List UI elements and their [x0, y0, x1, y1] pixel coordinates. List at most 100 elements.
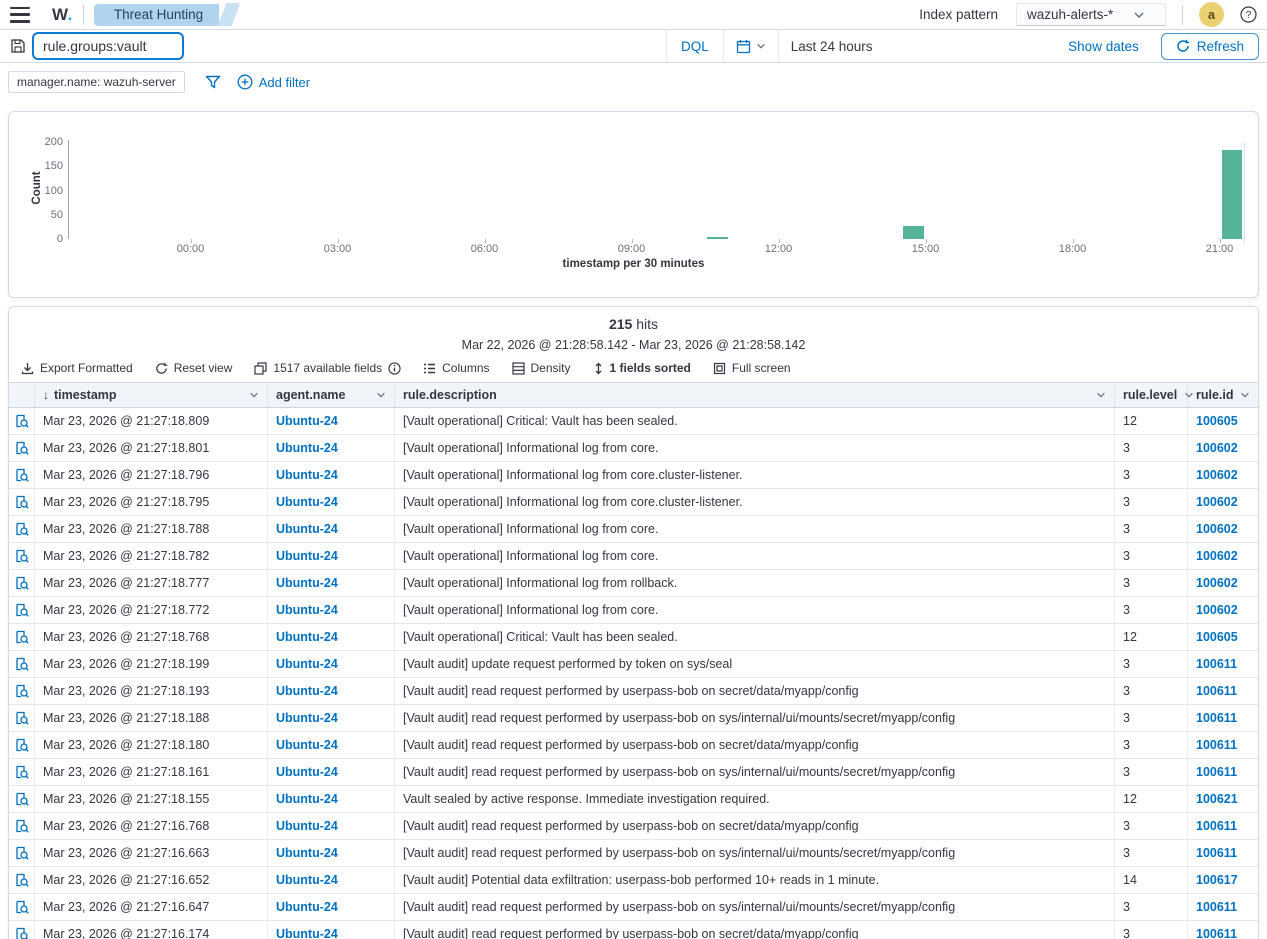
rule-id-link[interactable]: 100611 — [1196, 657, 1237, 671]
rule-id-link[interactable]: 100602 — [1196, 522, 1238, 536]
chevron-down-icon[interactable] — [376, 390, 386, 400]
agent-name-link[interactable]: Ubuntu-24 — [276, 765, 338, 779]
rule-id-link[interactable]: 100602 — [1196, 603, 1238, 617]
agent-name-link[interactable]: Ubuntu-24 — [276, 414, 338, 428]
available-fields-button[interactable]: 1517 available fields — [254, 361, 401, 375]
agent-name-link[interactable]: Ubuntu-24 — [276, 468, 338, 482]
breadcrumb[interactable]: Threat Hunting — [94, 3, 236, 26]
dql-button[interactable]: DQL — [666, 30, 723, 62]
agent-name-link[interactable]: Ubuntu-24 — [276, 657, 338, 671]
help-icon[interactable]: ? — [1240, 6, 1257, 23]
agent-name-link[interactable]: Ubuntu-24 — [276, 603, 338, 617]
density-button[interactable]: Density — [512, 361, 571, 375]
rule-id-link[interactable]: 100602 — [1196, 441, 1238, 455]
index-pattern-select[interactable]: wazuh-alerts-* — [1016, 3, 1166, 26]
header-rule-description[interactable]: rule.description — [395, 383, 1115, 407]
agent-name-link[interactable]: Ubuntu-24 — [276, 684, 338, 698]
filter-pill-manager-name[interactable]: manager.name: wazuh-server — [8, 71, 185, 93]
expand-document-icon[interactable] — [15, 576, 29, 590]
rule-id-link[interactable]: 100611 — [1196, 684, 1237, 698]
expand-document-icon[interactable] — [15, 738, 29, 752]
agent-name-link[interactable]: Ubuntu-24 — [276, 441, 338, 455]
histogram-bar[interactable] — [1222, 150, 1243, 239]
histogram-bar[interactable] — [707, 237, 728, 239]
agent-name-link[interactable]: Ubuntu-24 — [276, 738, 338, 752]
show-dates-link[interactable]: Show dates — [1068, 39, 1139, 54]
full-screen-button[interactable]: Full screen — [713, 361, 791, 375]
cell-timestamp: Mar 23, 2026 @ 21:27:16.647 — [35, 894, 268, 920]
agent-name-link[interactable]: Ubuntu-24 — [276, 792, 338, 806]
fields-sorted-button[interactable]: 1 fields sorted — [593, 361, 691, 375]
wazuh-logo[interactable]: W. — [52, 5, 73, 25]
rule-id-link[interactable]: 100605 — [1196, 414, 1238, 428]
expand-document-icon[interactable] — [15, 819, 29, 833]
expand-document-icon[interactable] — [15, 927, 29, 939]
refresh-button[interactable]: Refresh — [1161, 33, 1259, 60]
table-row: Mar 23, 2026 @ 21:27:18.772 Ubuntu-24 [V… — [9, 597, 1258, 624]
chevron-down-icon[interactable] — [1240, 390, 1250, 400]
cell-rule-description: [Vault audit] read request performed by … — [395, 732, 1115, 758]
expand-document-icon[interactable] — [15, 414, 29, 428]
search-query-input[interactable] — [32, 32, 184, 60]
expand-document-icon[interactable] — [15, 441, 29, 455]
chevron-down-icon[interactable] — [1096, 390, 1106, 400]
expand-document-icon[interactable] — [15, 495, 29, 509]
filter-funnel-icon[interactable] — [205, 74, 221, 90]
expand-document-icon[interactable] — [15, 846, 29, 860]
avatar[interactable]: a — [1199, 2, 1224, 27]
header-timestamp[interactable]: ↓ timestamp — [35, 383, 268, 407]
expand-document-icon[interactable] — [15, 792, 29, 806]
expand-document-icon[interactable] — [15, 900, 29, 914]
agent-name-link[interactable]: Ubuntu-24 — [276, 576, 338, 590]
agent-name-link[interactable]: Ubuntu-24 — [276, 900, 338, 914]
expand-document-icon[interactable] — [15, 468, 29, 482]
expand-document-icon[interactable] — [15, 603, 29, 617]
expand-document-icon[interactable] — [15, 711, 29, 725]
expand-document-icon[interactable] — [15, 657, 29, 671]
expand-document-icon[interactable] — [15, 765, 29, 779]
menu-icon[interactable] — [10, 7, 30, 23]
expand-document-icon[interactable] — [15, 873, 29, 887]
expand-document-icon[interactable] — [15, 522, 29, 536]
rule-id-link[interactable]: 100611 — [1196, 819, 1237, 833]
save-query-icon[interactable] — [6, 36, 30, 56]
reset-view-button[interactable]: Reset view — [155, 361, 233, 375]
histogram-bar[interactable] — [903, 226, 924, 239]
rule-id-link[interactable]: 100611 — [1196, 738, 1237, 752]
rule-id-link[interactable]: 100611 — [1196, 846, 1237, 860]
agent-name-link[interactable]: Ubuntu-24 — [276, 549, 338, 563]
cell-rule-level: 3 — [1115, 543, 1188, 569]
rule-id-link[interactable]: 100602 — [1196, 576, 1238, 590]
rule-id-link[interactable]: 100611 — [1196, 765, 1237, 779]
header-rule-id[interactable]: rule.id — [1188, 383, 1258, 407]
add-filter-button[interactable]: Add filter — [237, 74, 310, 90]
chevron-down-icon[interactable] — [249, 390, 259, 400]
rule-id-link[interactable]: 100602 — [1196, 468, 1238, 482]
agent-name-link[interactable]: Ubuntu-24 — [276, 846, 338, 860]
columns-button[interactable]: Columns — [423, 361, 489, 375]
rule-id-link[interactable]: 100602 — [1196, 549, 1238, 563]
datepicker-calendar-button[interactable] — [723, 30, 779, 62]
rule-id-link[interactable]: 100611 — [1196, 900, 1237, 914]
agent-name-link[interactable]: Ubuntu-24 — [276, 630, 338, 644]
rule-id-link[interactable]: 100611 — [1196, 927, 1237, 939]
agent-name-link[interactable]: Ubuntu-24 — [276, 873, 338, 887]
agent-name-link[interactable]: Ubuntu-24 — [276, 495, 338, 509]
rule-id-link[interactable]: 100617 — [1196, 873, 1238, 887]
header-agent-name[interactable]: agent.name — [268, 383, 395, 407]
rule-id-link[interactable]: 100605 — [1196, 630, 1238, 644]
expand-document-icon[interactable] — [15, 549, 29, 563]
agent-name-link[interactable]: Ubuntu-24 — [276, 711, 338, 725]
expand-document-icon[interactable] — [15, 630, 29, 644]
header-rule-level[interactable]: rule.level — [1115, 383, 1188, 407]
agent-name-link[interactable]: Ubuntu-24 — [276, 927, 338, 939]
rule-id-link[interactable]: 100621 — [1196, 792, 1238, 806]
rule-id-link[interactable]: 100611 — [1196, 711, 1237, 725]
expand-document-icon[interactable] — [15, 684, 29, 698]
agent-name-link[interactable]: Ubuntu-24 — [276, 522, 338, 536]
export-formatted-button[interactable]: Export Formatted — [21, 361, 133, 375]
rule-id-link[interactable]: 100602 — [1196, 495, 1238, 509]
export-label: Export Formatted — [40, 361, 133, 375]
agent-name-link[interactable]: Ubuntu-24 — [276, 819, 338, 833]
time-range-display[interactable]: Last 24 hours Show dates — [779, 39, 1151, 54]
